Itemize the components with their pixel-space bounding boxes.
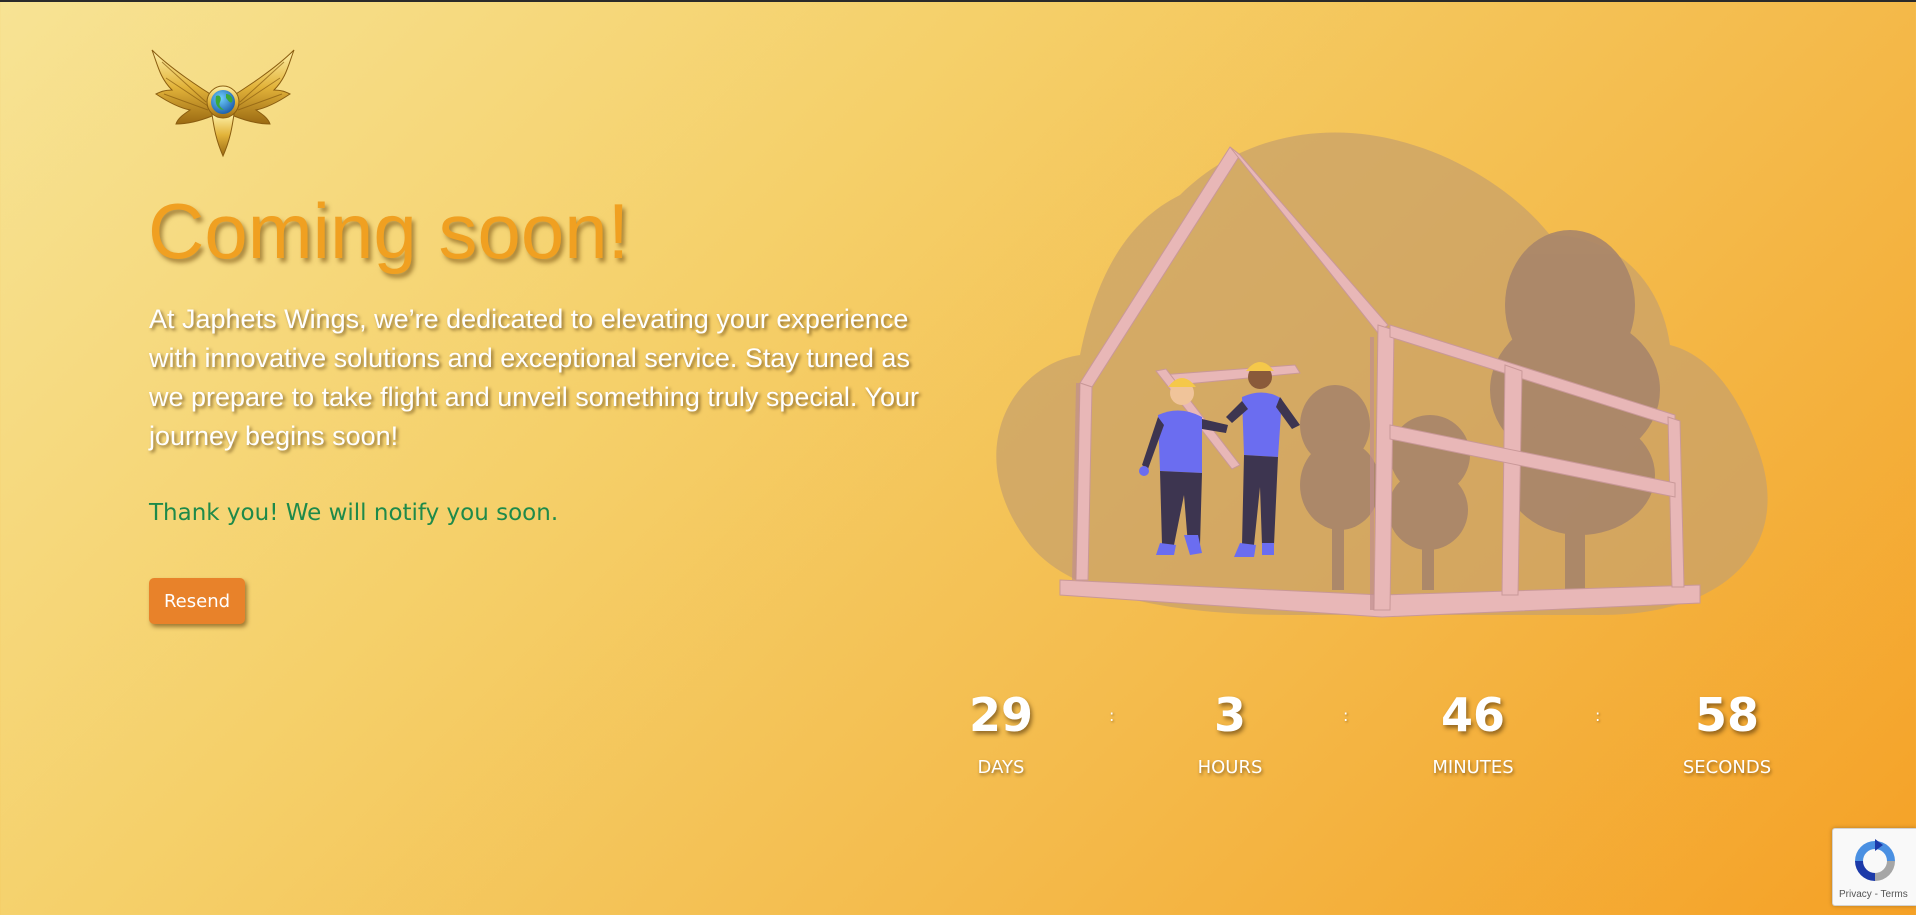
- countdown-seconds-value: 58: [1694, 688, 1759, 742]
- countdown-days-value: 29: [968, 688, 1033, 742]
- status-message: Thank you! We will notify you soon.: [149, 500, 559, 526]
- page-title: Coming soon!: [148, 187, 630, 275]
- recaptcha-icon: [1855, 839, 1895, 881]
- countdown-days: 29 DAYS: [911, 687, 1091, 778]
- countdown-hours-label: HOURS: [1197, 757, 1263, 778]
- countdown-hours-value: 3: [1213, 688, 1246, 742]
- countdown-days-label: DAYS: [977, 757, 1025, 778]
- top-border: [0, 0, 1916, 2]
- countdown-hours: 3 HOURS: [1140, 687, 1320, 778]
- countdown-separator: :: [1343, 706, 1349, 725]
- countdown-seconds-label: SECONDS: [1682, 757, 1772, 778]
- recaptcha-badge[interactable]: Privacy - Terms: [1832, 828, 1916, 906]
- winged-globe-logo: [151, 49, 295, 158]
- resend-button[interactable]: Resend: [149, 578, 245, 624]
- countdown-seconds: 58 SECONDS: [1637, 687, 1817, 778]
- recaptcha-links-separator: -: [1871, 889, 1881, 900]
- countdown-minutes: 46 MINUTES: [1383, 687, 1563, 778]
- countdown-separator: :: [1109, 706, 1115, 725]
- construction-illustration: [996, 132, 1768, 618]
- countdown-separator: :: [1595, 706, 1601, 725]
- countdown-minutes-value: 46: [1440, 688, 1505, 742]
- recaptcha-links: Privacy - Terms: [1839, 889, 1908, 900]
- countdown-minutes-label: MINUTES: [1432, 757, 1514, 778]
- page-description: At Japhets Wings, we’re dedicated to ele…: [149, 304, 919, 451]
- recaptcha-privacy-link[interactable]: Privacy: [1839, 889, 1872, 900]
- recaptcha-terms-link[interactable]: Terms: [1881, 889, 1908, 900]
